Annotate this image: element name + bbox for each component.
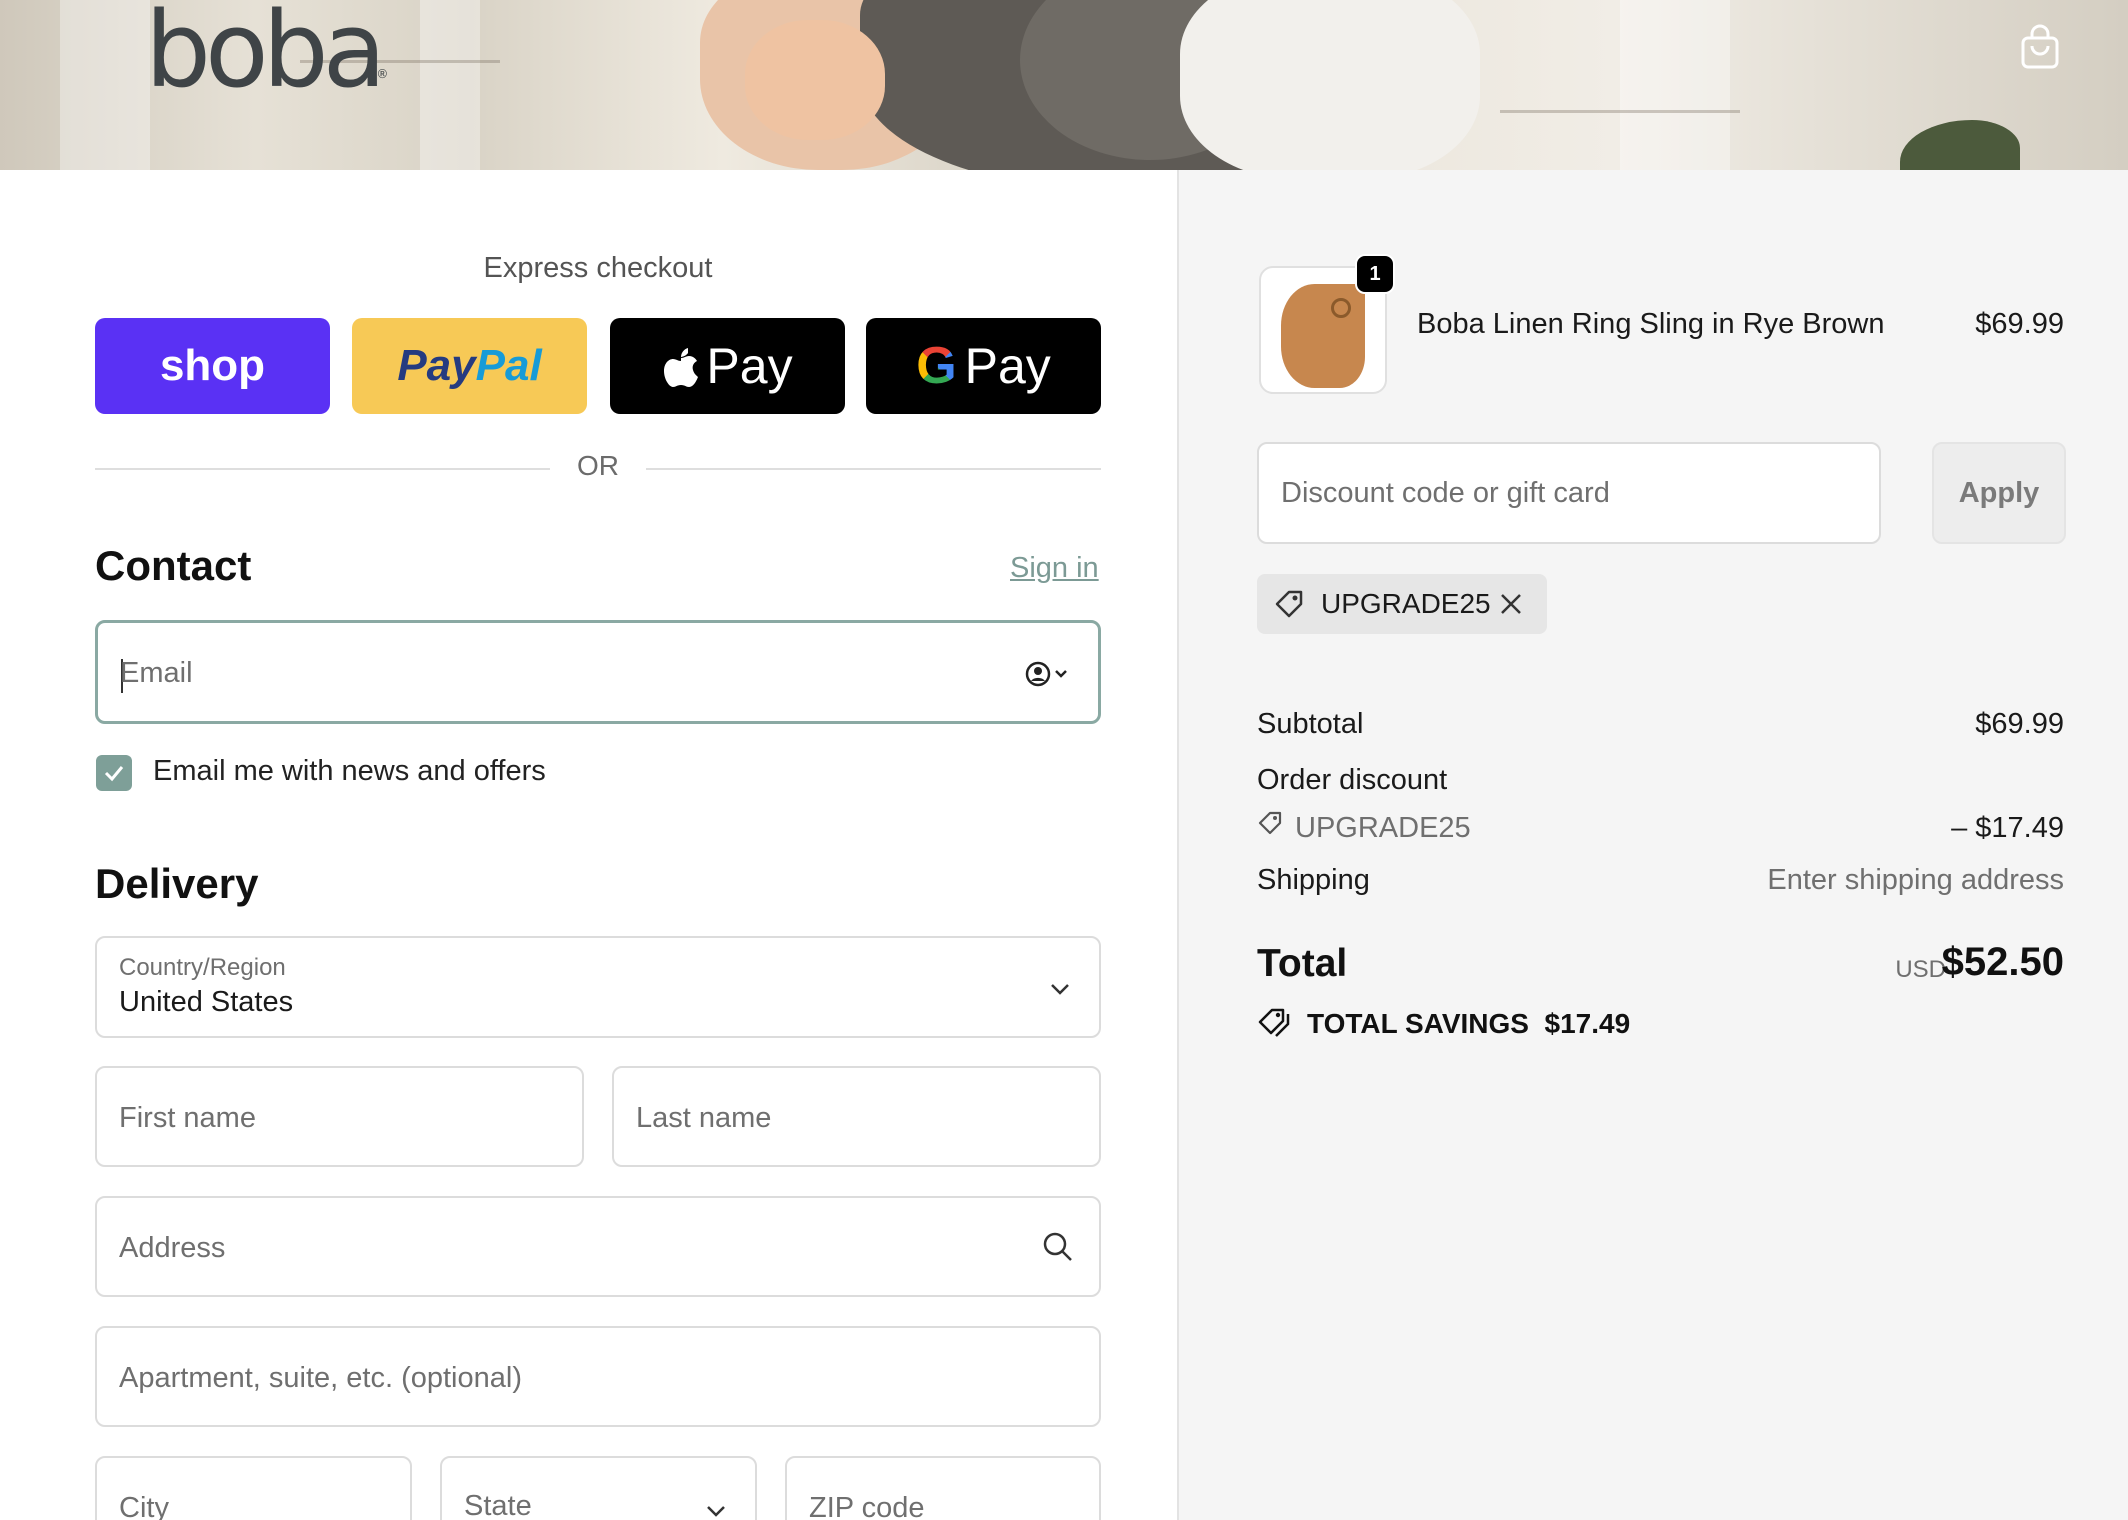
total-savings-value: $17.49 xyxy=(1544,1008,1631,1039)
order-summary-column: 1 Boba Linen Ring Sling in Rye Brown $69… xyxy=(1177,170,2128,1520)
paypal-label: Pay xyxy=(397,341,476,390)
apple-pay-button[interactable]: Pay xyxy=(610,318,845,414)
sign-in-link[interactable]: Sign in xyxy=(1010,552,1099,585)
shopping-bag-icon[interactable] xyxy=(2020,24,2060,70)
product-price: $69.99 xyxy=(1975,308,2064,340)
logo-text: boba xyxy=(145,0,386,111)
google-pay-label: Pay xyxy=(964,338,1051,394)
total-value: $52.50 xyxy=(1941,940,2064,984)
shipping-label: Shipping xyxy=(1257,864,1370,896)
email-placeholder: Email xyxy=(120,657,193,689)
registered-mark: ® xyxy=(376,67,389,81)
tag-icon xyxy=(1275,590,1303,618)
banner-texture xyxy=(420,0,480,170)
banner-photo-hand xyxy=(745,20,885,140)
city-field[interactable]: City xyxy=(95,1456,412,1520)
address-field[interactable]: Address xyxy=(95,1196,1101,1297)
subtotal-label: Subtotal xyxy=(1257,708,1364,740)
banner-texture xyxy=(1620,0,1730,170)
boba-logo[interactable]: boba ® xyxy=(145,0,388,102)
total-currency: USD xyxy=(1895,956,1946,983)
banner-texture xyxy=(1500,110,1740,113)
quantity-badge: 1 xyxy=(1355,254,1395,294)
divider xyxy=(646,468,1101,470)
zip-placeholder: ZIP code xyxy=(809,1492,925,1520)
total-label: Total xyxy=(1257,942,1348,985)
google-icon: G xyxy=(916,337,957,395)
paypal-label: Pal xyxy=(475,341,542,390)
delivery-heading: Delivery xyxy=(95,860,259,907)
apartment-placeholder: Apartment, suite, etc. (optional) xyxy=(119,1362,522,1394)
express-checkout-title: Express checkout xyxy=(483,252,713,284)
country-select[interactable]: Country/Region United States xyxy=(95,936,1101,1038)
chevron-down-icon xyxy=(1051,984,1069,995)
paypal-button[interactable]: Pay Pal xyxy=(352,318,587,414)
newsletter-checkbox[interactable] xyxy=(96,755,132,791)
discount-input[interactable] xyxy=(1281,444,1861,542)
subtotal-value: $69.99 xyxy=(1975,708,2064,740)
tag-icon xyxy=(1258,811,1282,835)
last-name-placeholder: Last name xyxy=(636,1102,772,1134)
or-separator: OR xyxy=(577,450,619,481)
zip-field[interactable]: ZIP code xyxy=(785,1456,1101,1520)
state-placeholder: State xyxy=(464,1490,532,1520)
discount-value: – $17.49 xyxy=(1951,812,2064,844)
savings-tag-icon xyxy=(1258,1008,1290,1037)
apple-pay-label: Pay xyxy=(706,338,793,394)
product-image xyxy=(1331,298,1351,318)
google-pay-button[interactable]: G Pay xyxy=(866,318,1101,414)
newsletter-label: Email me with news and offers xyxy=(153,755,546,787)
city-placeholder: City xyxy=(119,1492,169,1520)
shop-pay-button[interactable]: shop xyxy=(95,318,330,414)
product-name: Boba Linen Ring Sling in Rye Brown xyxy=(1417,308,1885,340)
contact-heading: Contact xyxy=(95,542,252,589)
checkout-form-column: Express checkout shop Pay Pal Pay G Pay O… xyxy=(0,170,1177,1520)
apply-discount-button[interactable]: Apply xyxy=(1932,442,2066,544)
applied-discount-code: UPGRADE25 xyxy=(1321,588,1491,619)
last-name-field[interactable]: Last name xyxy=(612,1066,1101,1167)
checkmark-icon xyxy=(104,766,124,782)
divider xyxy=(95,468,550,470)
country-value: United States xyxy=(119,986,294,1018)
shop-pay-label: shop xyxy=(159,341,266,390)
banner-texture xyxy=(60,0,150,170)
total-savings-label: TOTAL SAVINGS xyxy=(1307,1008,1529,1039)
discount-code-label: UPGRADE25 xyxy=(1295,812,1471,844)
banner-photo-sleeve xyxy=(1180,0,1480,170)
applied-discount-tag: UPGRADE25 xyxy=(1257,574,1547,634)
autofill-contact-icon[interactable] xyxy=(1024,659,1074,689)
order-discount-label: Order discount xyxy=(1257,764,1448,796)
first-name-placeholder: First name xyxy=(119,1102,256,1134)
total-savings: TOTAL SAVINGS $17.49 xyxy=(1307,1008,1630,1040)
apartment-field[interactable]: Apartment, suite, etc. (optional) xyxy=(95,1326,1101,1427)
header-banner: boba ® xyxy=(0,0,2128,170)
search-icon xyxy=(1043,1232,1072,1261)
first-name-field[interactable]: First name xyxy=(95,1066,584,1167)
chevron-down-icon xyxy=(707,1506,725,1517)
banner-photo-plant xyxy=(1900,120,2020,170)
discount-field[interactable] xyxy=(1257,442,1881,544)
country-label: Country/Region xyxy=(119,954,286,981)
address-placeholder: Address xyxy=(119,1232,226,1264)
close-icon[interactable] xyxy=(1497,590,1525,618)
product-image xyxy=(1281,284,1365,388)
shipping-value: Enter shipping address xyxy=(1767,864,2064,896)
state-select[interactable]: State xyxy=(440,1456,757,1520)
apple-icon xyxy=(664,348,699,387)
email-field[interactable]: Email xyxy=(95,620,1101,724)
